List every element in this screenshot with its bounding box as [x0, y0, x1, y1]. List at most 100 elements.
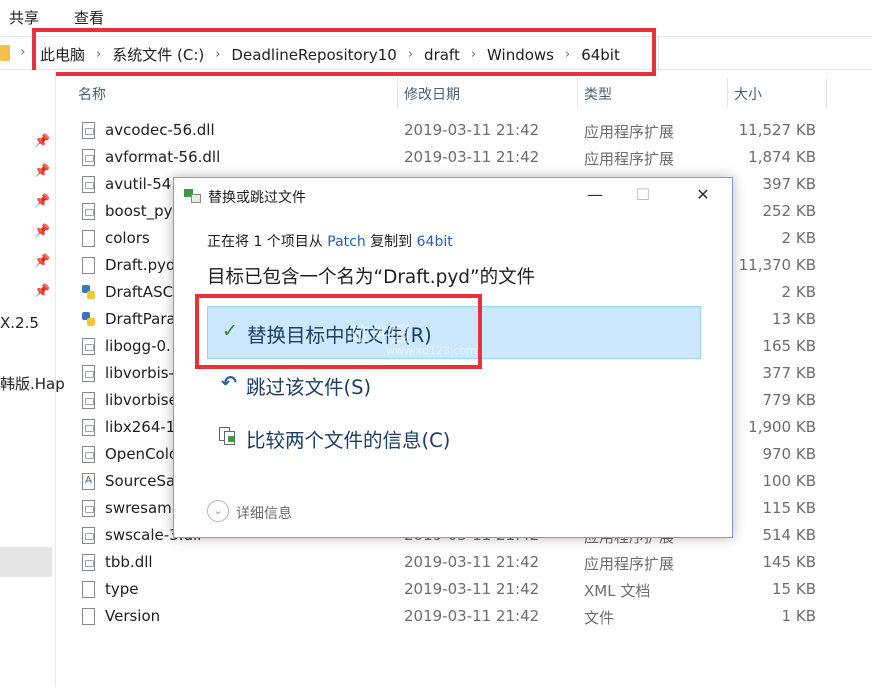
chevron-down-icon[interactable]: ⌄: [207, 500, 229, 522]
file-size: 2 KB: [781, 229, 816, 247]
file-type: 应用程序扩展: [584, 555, 675, 573]
dll-file-icon: [82, 554, 95, 571]
file-row[interactable]: tbb.dll 2019-03-11 21:42 应用程序扩展 145 KB: [56, 549, 872, 576]
file-size: 100 KB: [762, 472, 816, 490]
file-size: 115 KB: [762, 499, 816, 517]
dialog-heading: 目标已包含一个名为“Draft.pyd”的文件: [207, 267, 536, 288]
compare-files-icon: [219, 427, 235, 446]
copy-files-icon: [184, 189, 202, 203]
file-size: 397 KB: [762, 175, 816, 193]
subtitle-text: 复制到: [365, 234, 417, 250]
dialog-title: 替换或跳过文件: [208, 190, 306, 206]
subtitle-text: 正在将 1 个项目从: [207, 234, 328, 250]
close-button[interactable]: ✕: [688, 184, 718, 206]
file-name: OpenColo: [105, 445, 179, 463]
file-size: 1,900 KB: [748, 418, 816, 436]
pin-icon[interactable]: 📌: [34, 254, 50, 269]
pin-icon[interactable]: 📌: [34, 134, 50, 149]
file-size: 514 KB: [762, 526, 816, 544]
column-divider[interactable]: [826, 78, 827, 108]
file-name: avformat-56.dll: [105, 148, 221, 166]
column-header-name[interactable]: 名称: [78, 84, 106, 104]
file-row[interactable]: avformat-56.dll 2019-03-11 21:42 应用程序扩展 1,8…: [56, 144, 872, 171]
file-size: 1 KB: [781, 607, 816, 625]
dll-file-icon: [82, 365, 95, 382]
file-type: 应用程序扩展: [584, 123, 675, 141]
file-date: 2019-03-11 21:42: [404, 607, 540, 625]
minimize-button[interactable]: —: [580, 184, 610, 206]
file-name: SourceSa: [105, 472, 176, 490]
pin-icon[interactable]: 📌: [34, 284, 50, 299]
file-date: 2019-03-11 21:42: [404, 580, 540, 598]
file-size: 377 KB: [762, 364, 816, 382]
dialog-subtitle: 正在将 1 个项目从 Patch 复制到 64bit: [207, 231, 453, 251]
dll-file-icon: [82, 500, 95, 517]
details-label: 详细信息: [236, 506, 292, 522]
file-size: 165 KB: [762, 337, 816, 355]
file-name: boost_py: [105, 202, 173, 220]
skip-arrow-icon: ↶: [221, 372, 237, 394]
column-header-size[interactable]: 大小: [734, 84, 762, 104]
navigation-pane[interactable]: 📌 📌 📌 📌 📌 📌 X.2.5 韩版.Hap: [0, 70, 65, 687]
pin-icon[interactable]: 📌: [34, 224, 50, 239]
skip-option-label: 跳过该文件(S): [246, 376, 372, 399]
file-date: 2019-03-11 21:42: [404, 553, 540, 571]
file-icon: [82, 581, 95, 598]
file-name: libogg-0.: [105, 337, 171, 355]
dll-file-icon: [82, 527, 95, 544]
file-size: 970 KB: [762, 445, 816, 463]
pin-icon[interactable]: 📌: [34, 194, 50, 209]
dll-file-icon: [82, 446, 95, 463]
pin-icon[interactable]: 📌: [34, 164, 50, 179]
dll-file-icon: [82, 419, 95, 436]
folder-icon: [0, 45, 10, 61]
file-type: 应用程序扩展: [584, 150, 675, 168]
maximize-button[interactable]: ☐: [628, 184, 658, 206]
file-name: Draft.pyd: [105, 256, 176, 274]
file-name: colors: [105, 229, 150, 247]
file-date: 2019-03-11 21:42: [404, 121, 540, 139]
column-divider[interactable]: [727, 78, 728, 108]
xml-file-icon: [82, 473, 95, 490]
destination-link[interactable]: 64bit: [417, 234, 453, 250]
file-icon: [82, 608, 95, 625]
column-divider[interactable]: [577, 78, 578, 108]
file-row[interactable]: Version 2019-03-11 21:42 文件 1 KB: [56, 603, 872, 630]
dll-file-icon: [82, 149, 95, 166]
source-link[interactable]: Patch: [327, 234, 365, 250]
column-divider[interactable]: [397, 78, 398, 108]
tab-view[interactable]: 查看: [74, 7, 104, 28]
file-row[interactable]: type 2019-03-11 21:42 XML 文档 15 KB: [56, 576, 872, 603]
file-size: 779 KB: [762, 391, 816, 409]
file-size: 252 KB: [762, 202, 816, 220]
file-name: DraftPara: [105, 310, 176, 328]
nav-item[interactable]: X.2.5: [0, 314, 39, 332]
file-name: libvorbis-: [105, 364, 174, 382]
compare-option[interactable]: 比较两个文件的信息(C): [207, 412, 701, 465]
address-highlight-box: [32, 28, 656, 76]
dll-file-icon: [82, 176, 95, 193]
file-size: 2 KB: [781, 283, 816, 301]
file-icon: [82, 257, 95, 274]
file-name: libvorbise: [105, 391, 178, 409]
nav-selected-item[interactable]: [0, 547, 52, 577]
column-header-type[interactable]: 类型: [584, 84, 612, 104]
replace-highlight-box: [195, 294, 482, 369]
file-type: XML 文档: [584, 582, 651, 600]
file-name: Version: [105, 607, 161, 625]
file-name: avcodec-56.dll: [105, 121, 215, 139]
file-size: 11,527 KB: [738, 121, 816, 139]
file-name: avutil-54.: [105, 175, 177, 193]
file-name: tbb.dll: [105, 553, 153, 571]
tab-share[interactable]: 共享: [9, 7, 39, 28]
dll-file-icon: [82, 203, 95, 220]
search-field[interactable]: [658, 37, 872, 71]
file-row[interactable]: avcodec-56.dll 2019-03-11 21:42 应用程序扩展 11,5…: [56, 117, 872, 144]
dll-file-icon: [82, 122, 95, 139]
file-name: swresamp: [105, 499, 182, 517]
column-header-date[interactable]: 修改日期: [404, 84, 460, 104]
chevron-right-icon[interactable]: ›: [20, 44, 26, 60]
file-size: 145 KB: [762, 553, 816, 571]
python-file-icon: [82, 311, 95, 328]
file-name: DraftASC: [105, 283, 174, 301]
